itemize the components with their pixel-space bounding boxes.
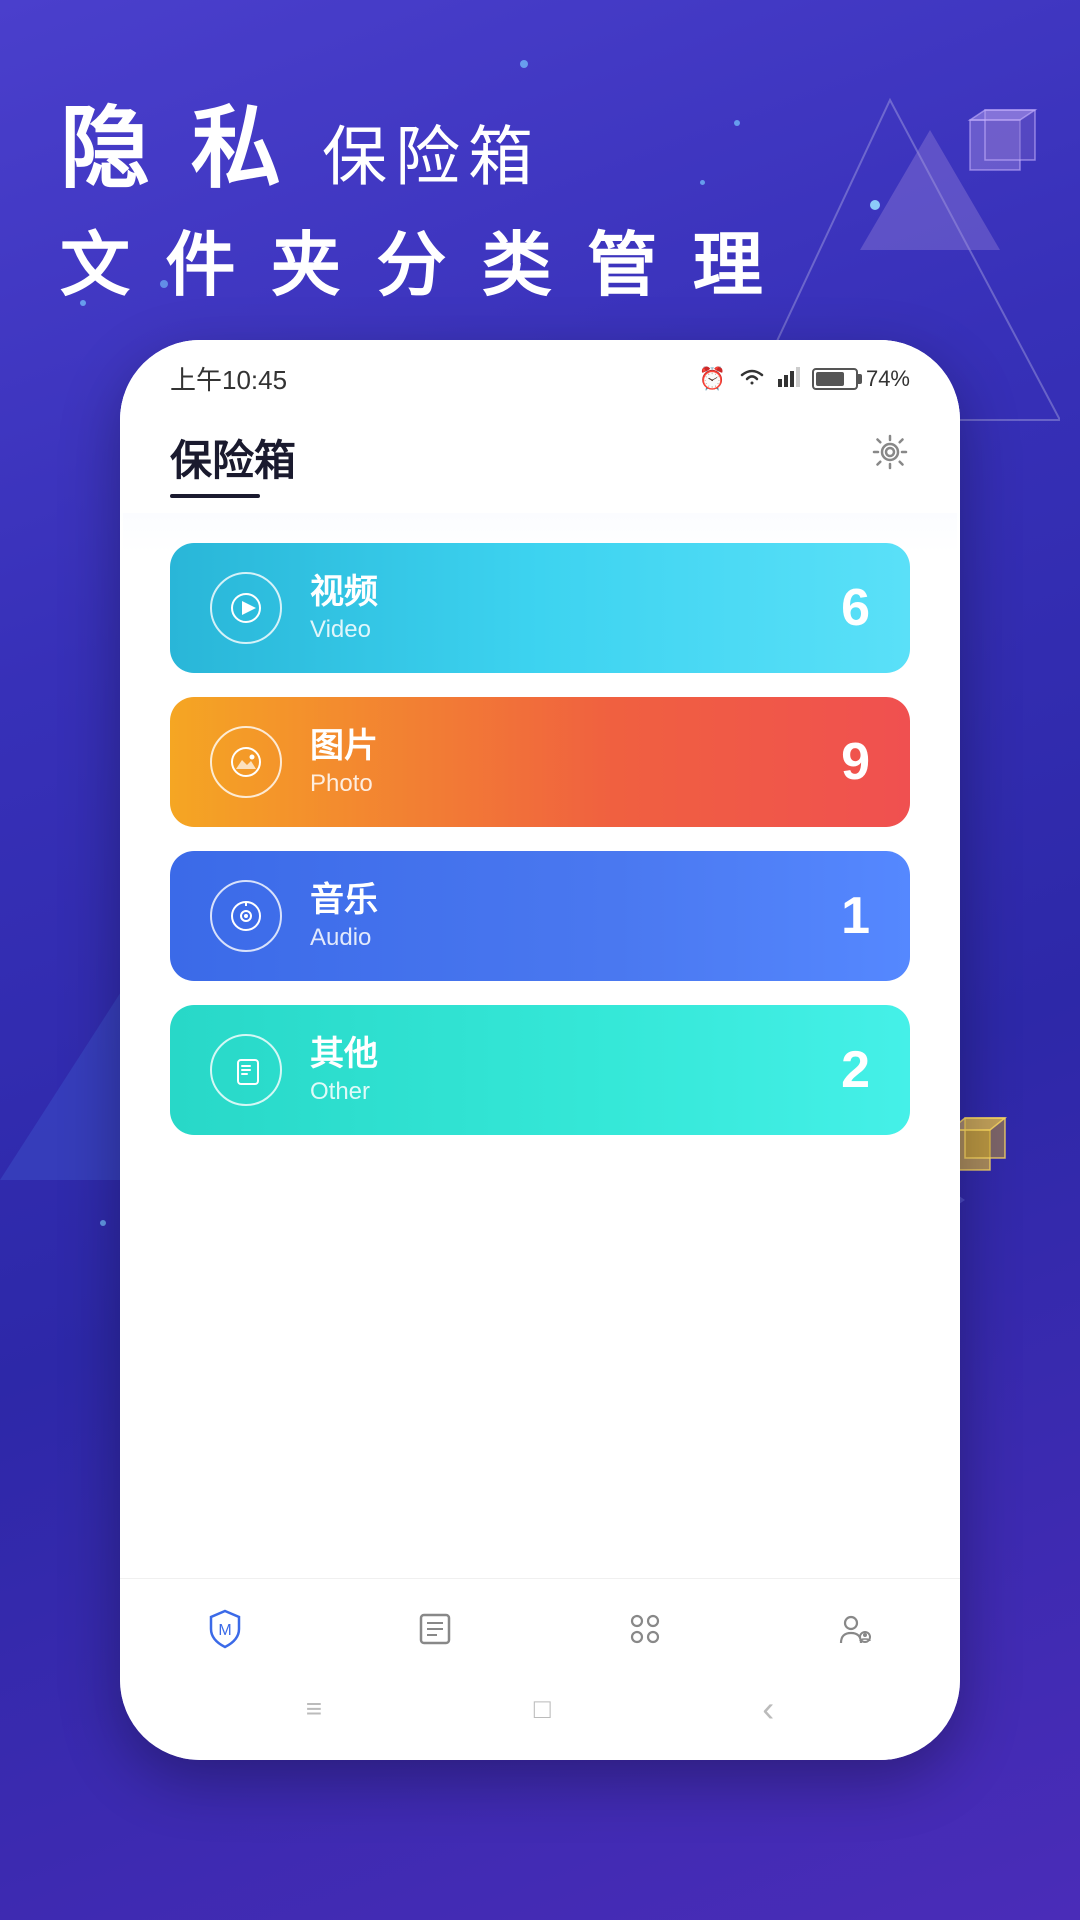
app-title-wrap: 保险箱 xyxy=(170,427,296,498)
other-count: 2 xyxy=(841,1040,870,1100)
settings-button[interactable] xyxy=(870,432,910,482)
audio-name-cn: 音乐 xyxy=(310,880,378,921)
category-photo[interactable]: 图片 Photo 9 xyxy=(170,697,910,827)
list-icon xyxy=(413,1607,457,1662)
video-name-en: Video xyxy=(310,616,378,644)
audio-name-en: Audio xyxy=(310,924,378,952)
video-icon-wrap xyxy=(210,572,282,644)
tagline-line2: 文 件 夹 分 类 管 理 xyxy=(60,209,771,310)
other-info: 其他 Other xyxy=(310,1034,378,1107)
nav-user[interactable] xyxy=(813,1599,897,1670)
phone-mockup: 上午10:45 ⏰ xyxy=(120,340,960,1760)
other-name-cn: 其他 xyxy=(310,1034,378,1075)
status-icons: ⏰ 74% xyxy=(699,365,910,393)
system-nav: ≡ □ ‹ xyxy=(120,1678,960,1740)
safe-icon: M xyxy=(203,1607,247,1662)
wifi-icon xyxy=(738,365,766,393)
page-title: 保险箱 xyxy=(170,427,296,488)
menu-button[interactable]: ≡ xyxy=(306,1693,322,1725)
video-name-cn: 视频 xyxy=(310,572,378,613)
bottom-nav: M xyxy=(120,1578,960,1680)
svg-text:M: M xyxy=(218,1622,231,1639)
photo-name-cn: 图片 xyxy=(310,726,378,767)
photo-icon-wrap xyxy=(210,726,282,798)
video-count: 6 xyxy=(841,578,870,638)
other-icon-wrap xyxy=(210,1034,282,1106)
status-time: 上午10:45 xyxy=(170,360,287,397)
title-underline xyxy=(170,494,260,498)
alarm-icon: ⏰ xyxy=(699,366,726,392)
signal-icon xyxy=(778,365,800,393)
photo-name-en: Photo xyxy=(310,770,378,798)
apps-icon xyxy=(623,1607,667,1662)
app-tagline: 隐 私 保险箱 文 件 夹 分 类 管 理 xyxy=(60,100,771,310)
category-list: 视频 Video 6 图片 Photo 9 xyxy=(120,513,960,1165)
battery-indicator: 74% xyxy=(812,366,910,392)
app-header: 保险箱 xyxy=(120,407,960,513)
nav-apps[interactable] xyxy=(603,1599,687,1670)
tagline-line1: 隐 私 保险箱 xyxy=(60,100,771,199)
nav-safe[interactable]: M xyxy=(183,1599,267,1670)
photo-count: 9 xyxy=(841,732,870,792)
audio-info: 音乐 Audio xyxy=(310,880,378,953)
audio-count: 1 xyxy=(841,886,870,946)
video-info: 视频 Video xyxy=(310,572,378,645)
nav-list[interactable] xyxy=(393,1599,477,1670)
status-bar: 上午10:45 ⏰ xyxy=(120,340,960,407)
category-audio[interactable]: 音乐 Audio 1 xyxy=(170,851,910,981)
category-video[interactable]: 视频 Video 6 xyxy=(170,543,910,673)
photo-info: 图片 Photo xyxy=(310,726,378,799)
audio-icon-wrap xyxy=(210,880,282,952)
battery-percent: 74% xyxy=(866,366,910,392)
other-name-en: Other xyxy=(310,1078,378,1106)
category-other[interactable]: 其他 Other 2 xyxy=(170,1005,910,1135)
home-button[interactable]: □ xyxy=(534,1693,551,1725)
back-button[interactable]: ‹ xyxy=(762,1688,774,1730)
user-icon xyxy=(833,1607,877,1662)
